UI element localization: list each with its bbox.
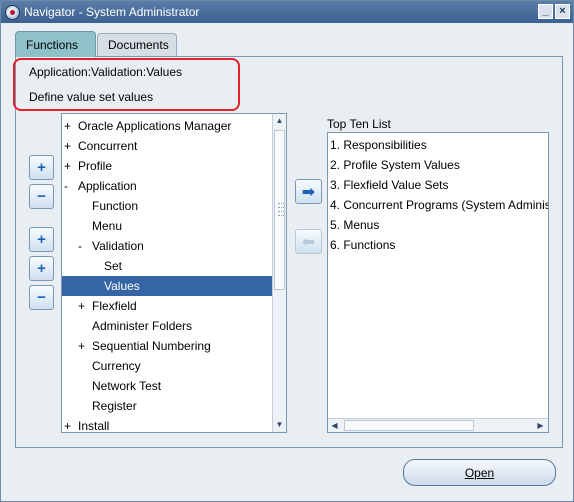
navigator-window: Navigator - System Administrator _ × Fun…	[0, 0, 574, 502]
tree-item-label: Register	[92, 399, 137, 413]
scroll-right-icon[interactable]: ▶	[534, 419, 547, 432]
topten-list[interactable]: 6. Functions 5. Menus 4. Concurrent Progra…	[327, 132, 549, 433]
tree-item-label: Menu	[92, 219, 123, 233]
tree-item-label: Flexfield	[92, 299, 137, 313]
tree-item[interactable]: + Concurrent	[62, 136, 273, 156]
topten-item[interactable]: 3. Flexfield Value Sets	[330, 175, 548, 195]
expand-node-icon[interactable]: +	[64, 159, 78, 173]
title-bar[interactable]: Navigator - System Administrator _ ×	[1, 1, 573, 23]
tree-item-label: Application	[78, 179, 137, 193]
tree-item[interactable]: + Oracle Applications Manager	[62, 116, 273, 136]
minus-icon: −	[37, 188, 46, 205]
selected-path: Application:Validation:Values	[29, 65, 182, 79]
tree-item[interactable]: Register	[62, 396, 273, 416]
tree-item-label: Set	[104, 259, 123, 273]
close-button[interactable]: ×	[555, 4, 570, 19]
arrow-left-icon: ⬅	[301, 233, 316, 251]
tab-documents[interactable]: Documents	[97, 33, 177, 56]
scroll-up-icon[interactable]: ▲	[273, 114, 286, 128]
tree-item[interactable]: Currency	[62, 356, 273, 376]
collapse-button[interactable]: −	[29, 184, 54, 209]
tree-item[interactable]: Function	[62, 196, 273, 216]
topten-item[interactable]: 4. Concurrent Programs (System Administr…	[330, 195, 548, 215]
expand-branch-button[interactable]: +	[29, 227, 54, 252]
tree-item[interactable]: - Application	[62, 176, 273, 196]
tree-item-label: Install	[78, 419, 110, 433]
tree-item-label: Sequential Numbering	[92, 339, 211, 353]
tree-item[interactable]: Menu	[62, 216, 273, 236]
expand-node-icon[interactable]: +	[78, 339, 92, 353]
open-button[interactable]: Open	[403, 459, 556, 486]
collapse-node-icon[interactable]: -	[78, 239, 92, 253]
scroll-thumb[interactable]	[274, 130, 285, 290]
topten-item[interactable]: 5. Menus	[330, 215, 548, 235]
topten-label: Top Ten List	[327, 117, 391, 131]
add-to-topten-button[interactable]: ➡	[295, 179, 322, 204]
tree-item[interactable]: + Profile	[62, 156, 273, 176]
tree-item[interactable]: Values	[62, 276, 273, 296]
oracle-app-icon	[5, 4, 20, 20]
topten-hscrollbar[interactable]: ◀ ▶	[328, 418, 548, 432]
topten-item[interactable]: 2. Profile System Values	[330, 155, 548, 175]
tree-item-label: Values	[104, 279, 140, 293]
tree-scrollbar[interactable]: ▲ ▼	[272, 114, 286, 432]
collapse-node-icon[interactable]: -	[64, 179, 78, 193]
tree-item-label: Function	[92, 199, 139, 213]
expand-button[interactable]: +	[29, 155, 54, 180]
tree-item[interactable]: + Flexfield	[62, 296, 273, 316]
arrow-right-icon: ➡	[301, 183, 316, 201]
tree-item[interactable]: + Install	[62, 416, 273, 433]
expand-node-icon[interactable]: +	[64, 419, 78, 432]
expand-node-icon[interactable]: +	[64, 139, 78, 153]
remove-from-topten-button[interactable]: ⬅	[295, 229, 322, 254]
topten-item[interactable]: 6. Functions	[330, 235, 548, 255]
tab-functions[interactable]: Functions	[15, 31, 96, 57]
minimize-button[interactable]: _	[538, 4, 553, 19]
tree-item[interactable]: - Validation	[62, 236, 273, 256]
tree-item-label: Profile	[78, 159, 113, 173]
expand-node-icon[interactable]: +	[78, 299, 92, 313]
tree-item[interactable]: Administer Folders	[62, 316, 273, 336]
plus-icon: +	[37, 159, 46, 176]
tree-item-label: Network Test	[92, 379, 162, 393]
collapse-all-button[interactable]: −	[29, 285, 54, 310]
tree-item-label: Concurrent	[78, 139, 138, 153]
tree-item[interactable]: Network Test	[62, 376, 273, 396]
expand-node-icon[interactable]: +	[64, 119, 78, 133]
tree-item-label: Oracle Applications Manager	[78, 119, 232, 133]
expand-all-button[interactable]: +	[29, 256, 54, 281]
expand-all-icon: +	[37, 260, 46, 277]
tree-item[interactable]: Set	[62, 256, 273, 276]
topten-item[interactable]: 1. Responsibilities	[330, 135, 548, 155]
expand-branch-icon: +	[37, 231, 46, 248]
function-tree[interactable]: + Install Register Network Test Currency + Seq…	[61, 113, 287, 433]
selected-description: Define value set values	[29, 90, 154, 104]
collapse-all-icon: −	[37, 289, 46, 306]
scroll-left-icon[interactable]: ◀	[328, 419, 341, 432]
tree-item-label: Administer Folders	[92, 319, 193, 333]
hscroll-thumb[interactable]	[344, 420, 474, 431]
scroll-down-icon[interactable]: ▼	[273, 418, 286, 432]
window-title: Navigator - System Administrator	[24, 5, 200, 19]
tree-item-label: Validation	[92, 239, 144, 253]
tree-item-label: Currency	[92, 359, 141, 373]
tree-item[interactable]: + Sequential Numbering	[62, 336, 273, 356]
